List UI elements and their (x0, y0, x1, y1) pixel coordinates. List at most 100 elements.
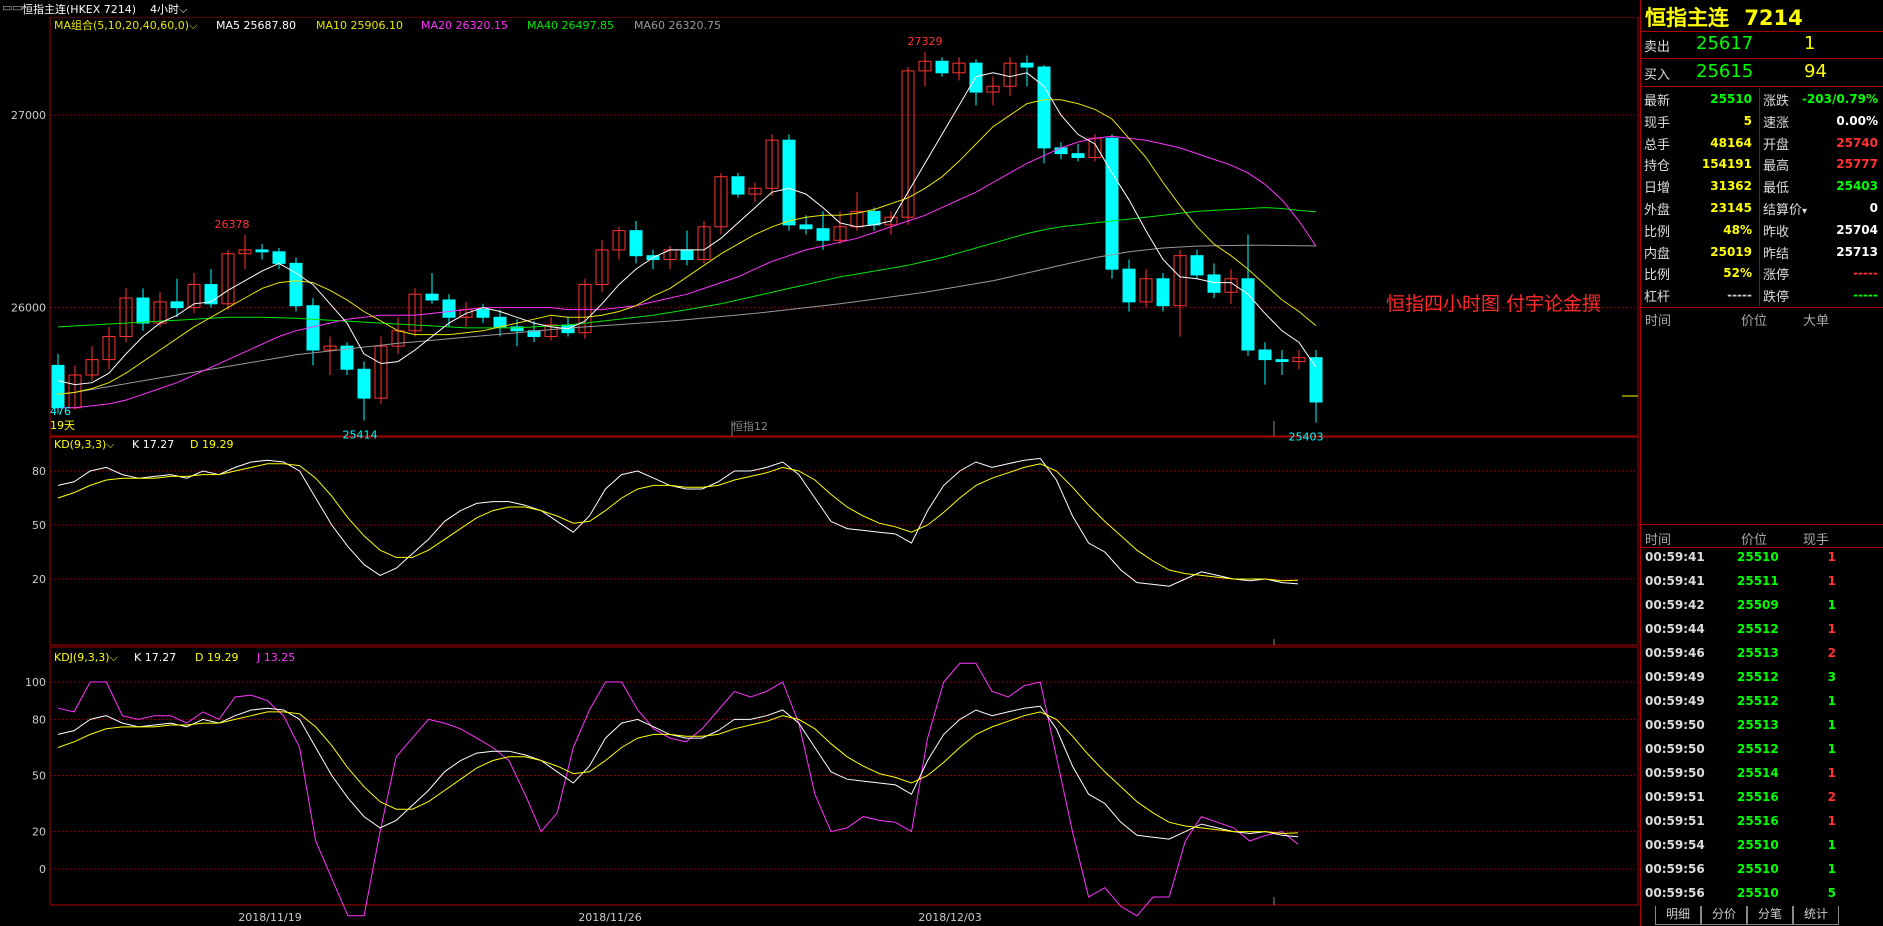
tick-row[interactable]: 00:59:54 25510 1 (1641, 834, 1883, 858)
stat-value: 25510 (1710, 92, 1752, 106)
candle-body (731, 176, 745, 195)
candle-body (629, 230, 643, 257)
tick-row[interactable]: 00:59:41 25510 1 (1641, 546, 1883, 570)
tick-qty: 5 (1827, 886, 1836, 900)
stat-label: 昨结 (1763, 246, 1790, 262)
tick-row[interactable]: 00:59:42 25509 1 (1641, 594, 1883, 618)
stat-value: 48% (1723, 222, 1752, 237)
tab-price-distribution[interactable]: 分价 (1701, 906, 1747, 925)
stat-value: 25403 (1836, 179, 1878, 194)
stat-row: 比例 52% 涨停 ----- (1641, 262, 1883, 284)
stat-value: 25713 (1836, 244, 1878, 259)
candle-body (255, 249, 269, 253)
tick-price: 25512 (1737, 694, 1779, 708)
tick-price: 25512 (1737, 742, 1779, 756)
sell-price: 25617 (1696, 33, 1754, 54)
tick-row[interactable]: 00:59:50 25514 1 (1641, 762, 1883, 786)
kdj-k-value: K 17.27 (134, 651, 176, 664)
big-time-header: 时间 (1645, 314, 1672, 329)
tick-price: 25516 (1737, 790, 1779, 804)
candle-body (1241, 278, 1255, 351)
tick-qty: 1 (1827, 622, 1836, 636)
tick-list[interactable]: 00:59:41 25510 1 00:59:41 25511 1 00:59:42 2550… (1641, 546, 1883, 906)
tick-time: 00:59:51 (1645, 814, 1705, 828)
kd-lines (57, 457, 1299, 587)
tick-qty: 1 (1827, 598, 1836, 612)
tick-row[interactable]: 00:59:41 25511 1 (1641, 570, 1883, 594)
stat-label: 外盘 (1644, 203, 1671, 218)
stat-value: 0 (1869, 201, 1878, 215)
big-order-header: 时间 价位 大单 (1641, 310, 1883, 329)
x-axis-date-label: 2018/11/19 (238, 911, 301, 924)
tick-time: 00:59:56 (1645, 862, 1705, 876)
stat-label: 最新 (1644, 94, 1671, 109)
tick-time: 00:59:50 (1645, 766, 1705, 780)
tab-detail[interactable]: 明细 (1655, 906, 1701, 925)
stat-label: 开盘 (1763, 137, 1790, 153)
kdj-tick-label: 50 (32, 770, 46, 783)
tick-row[interactable]: 00:59:50 25512 1 (1641, 738, 1883, 762)
candle-body (1207, 274, 1221, 293)
kd-tick-label: 80 (32, 465, 46, 478)
candle-body (1071, 153, 1085, 158)
tick-qty: 3 (1827, 670, 1836, 684)
tick-row[interactable]: 00:59:56 25510 1 (1641, 858, 1883, 882)
tick-qty: 1 (1827, 550, 1836, 564)
tick-qty: 1 (1827, 574, 1836, 588)
stat-label: 持仓 (1644, 159, 1671, 175)
tick-row[interactable]: 00:59:50 25513 1 (1641, 714, 1883, 738)
candle-body (170, 301, 184, 309)
stat-row: 总手 48164 开盘 25740 (1641, 132, 1883, 154)
candle-body (357, 368, 371, 399)
last-low-price-label: 25403 (1289, 431, 1324, 444)
tab-tick-by-tick[interactable]: 分笔 (1747, 906, 1793, 925)
ma-combo-label: MA组合(5,10,20,40,60,0)⌵ (54, 18, 198, 32)
symbol-name: 恒指主连(HKEX 7214) (22, 3, 137, 16)
tick-time: 00:59:51 (1645, 790, 1705, 804)
candle-body (1190, 255, 1204, 276)
kdj-tick-label: 0 (39, 863, 46, 876)
stat-row: 日增 31362 最低 25403 (1641, 175, 1883, 197)
stat-value: 154191 (1701, 157, 1752, 172)
candle-body (1105, 137, 1119, 270)
stat-value: 25740 (1836, 135, 1878, 150)
candle-body (1122, 268, 1136, 303)
candle-body (442, 299, 456, 318)
kdj-d-value: D 19.29 (195, 651, 238, 664)
tick-row[interactable]: 00:59:44 25512 1 (1641, 618, 1883, 642)
tick-price: 25510 (1737, 862, 1779, 876)
settle-dropdown-icon[interactable]: ▾ (1802, 206, 1807, 217)
tick-row[interactable]: 00:59:51 25516 2 (1641, 786, 1883, 810)
candle-body (680, 249, 694, 261)
candle-body (935, 60, 949, 74)
stat-label: 内盘 (1644, 246, 1671, 262)
chart-area[interactable]: 27000 26000 MA组合(5,10,20,40,60,0)⌵ MA5 2568… (0, 17, 1640, 926)
kdj-tick-label: 100 (25, 676, 46, 689)
tick-price: 25509 (1737, 598, 1779, 612)
period-selector[interactable]: 4小时⌵ (150, 1, 187, 17)
candle-body (425, 293, 439, 301)
candle-body (204, 284, 218, 305)
tick-row[interactable]: 00:59:49 25512 3 (1641, 666, 1883, 690)
tab-statistics[interactable]: 统计 (1793, 906, 1839, 925)
period-label: 4小时 (150, 3, 179, 16)
stat-value: ----- (1853, 288, 1878, 303)
window-menu-icon[interactable]: ▭▭ (2, 1, 23, 14)
chevron-down-icon: ⌵ (179, 3, 188, 16)
tick-row[interactable]: 00:59:46 25513 2 (1641, 642, 1883, 666)
tick-qty: 1 (1827, 718, 1836, 732)
big-price-header: 价位 (1741, 314, 1768, 329)
stat-value: 25704 (1836, 222, 1878, 237)
overlay-annotation-text: 恒指四小时图 付宇论金撰 (1386, 293, 1601, 315)
kdj-tick-label: 20 (32, 826, 46, 839)
tick-price: 25510 (1737, 838, 1779, 852)
tick-row[interactable]: 00:59:49 25512 1 (1641, 690, 1883, 714)
kdj-lines (57, 662, 1299, 917)
tick-row[interactable]: 00:59:51 25516 1 (1641, 810, 1883, 834)
bid-row: 买入 25615 94 (1641, 61, 1883, 83)
buy-price: 25615 (1696, 61, 1754, 82)
quote-stats: 最新 25510 涨跌 -203/0.79% 现手 5 速涨 0.00% 总手 48164 开盘 25… (1641, 88, 1883, 306)
tick-row[interactable]: 00:59:56 25510 5 (1641, 882, 1883, 906)
candle-body (1020, 62, 1034, 68)
ma-legend-ma40: MA40 26497.85 (527, 19, 614, 32)
